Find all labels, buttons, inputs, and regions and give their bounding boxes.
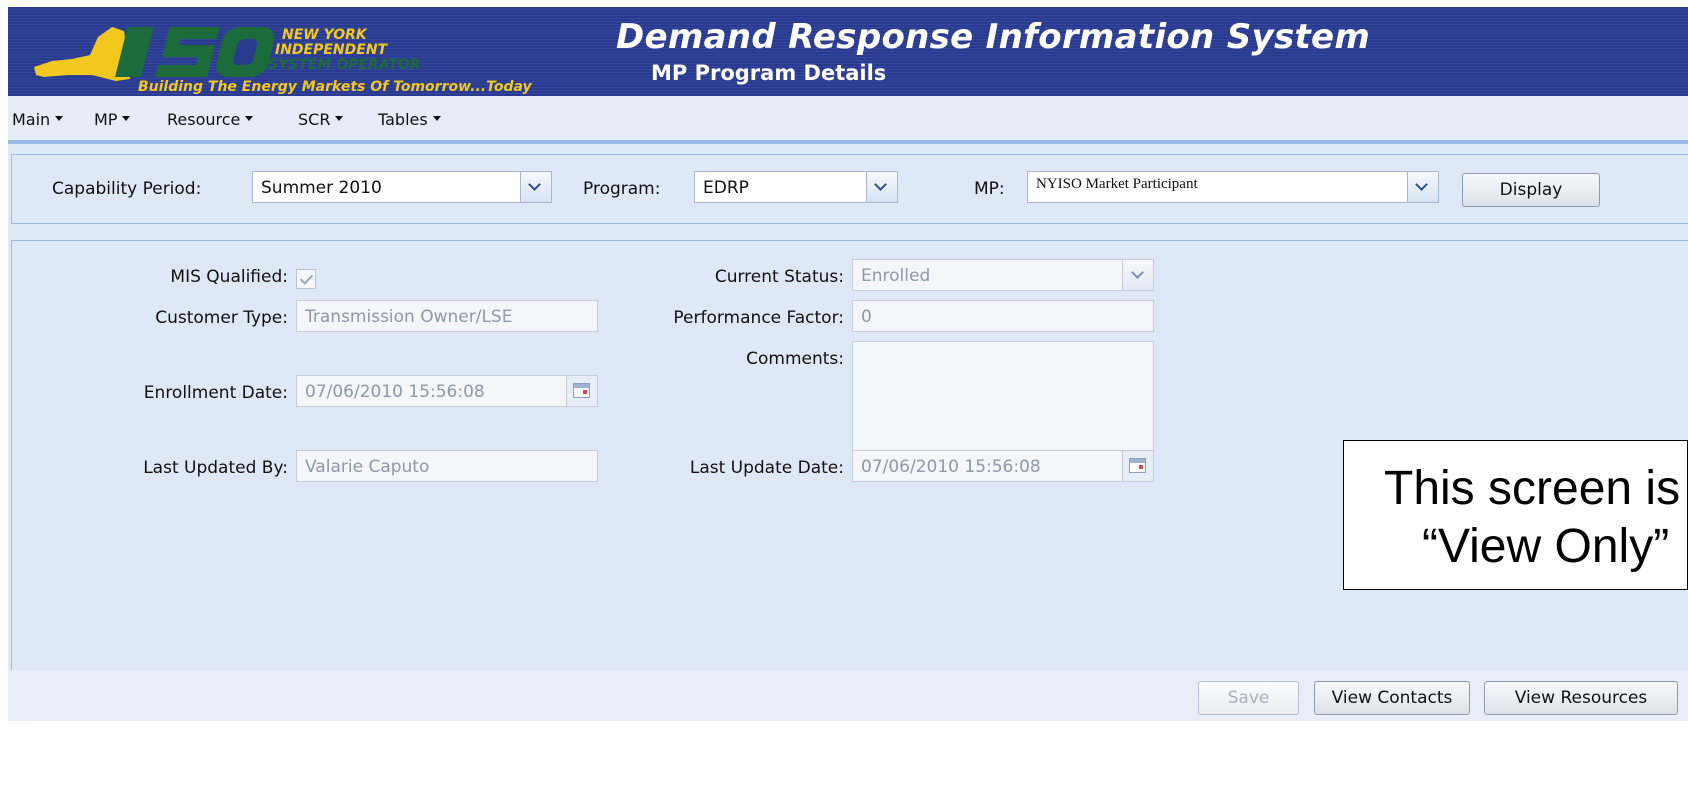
logo-line3: SYSTEM OPERATOR (268, 57, 420, 73)
menu-tables-label: Tables (378, 110, 428, 129)
save-button[interactable]: Save (1198, 681, 1299, 715)
chevron-down-icon[interactable] (866, 172, 897, 202)
mp-select[interactable]: NYISO Market Participant (1027, 171, 1439, 203)
caret-down-icon (55, 116, 64, 121)
logo-tagline: Building The Energy Markets Of Tomorrow.… (138, 79, 533, 95)
last-updated-by-field[interactable]: Valarie Caputo (296, 450, 598, 482)
menu-main-label: Main (12, 110, 51, 129)
view-only-callout: This screen is “View Only” (1343, 440, 1688, 590)
nyiso-logo: NEW YORK INDEPENDENT SYSTEM OPERATOR Bui… (34, 27, 533, 95)
enrollment-date-value: 07/06/2010 15:56:08 (305, 382, 485, 402)
app-title: Demand Response Information System (616, 17, 1371, 57)
customer-type-value: Transmission Owner/LSE (305, 307, 513, 327)
iso-letters (115, 27, 275, 77)
app-header: NEW YORK INDEPENDENT SYSTEM OPERATOR Bui… (8, 7, 1688, 96)
menu-scr[interactable]: SCR (298, 110, 344, 129)
program-value: EDRP (703, 178, 749, 198)
performance-factor-field[interactable]: 0 (852, 300, 1154, 332)
caret-down-icon (122, 116, 131, 121)
display-button[interactable]: Display (1462, 173, 1600, 207)
comments-label: Comments: (746, 349, 844, 369)
menu-resource-label: Resource (167, 110, 241, 129)
drs-app-window: NEW YORK INDEPENDENT SYSTEM OPERATOR Bui… (8, 7, 1688, 721)
chevron-down-icon[interactable] (520, 172, 551, 202)
enrollment-date-label: Enrollment Date: (143, 383, 288, 403)
comments-textarea[interactable] (852, 341, 1154, 451)
page-title: MP Program Details (651, 61, 887, 85)
caret-down-icon (432, 116, 441, 121)
menu-main[interactable]: Main (12, 110, 64, 129)
current-status-select[interactable]: Enrolled (852, 259, 1154, 291)
logo-line1: NEW YORK (282, 27, 368, 43)
capability-period-label: Capability Period: (52, 179, 202, 199)
performance-factor-label: Performance Factor: (673, 308, 844, 328)
footer-toolbar: Save View Contacts View Resources (8, 670, 1688, 721)
customer-type-label: Customer Type: (155, 308, 288, 328)
last-updated-by-label: Last Updated By: (143, 458, 288, 478)
program-label: Program: (583, 179, 661, 199)
capability-period-value: Summer 2010 (261, 178, 382, 198)
current-status-value: Enrolled (861, 266, 931, 286)
last-update-date-value: 07/06/2010 15:56:08 (861, 457, 1041, 477)
calendar-button[interactable] (566, 376, 597, 406)
callout-line2: “View Only” (1422, 520, 1670, 573)
calendar-icon (573, 383, 590, 398)
view-resources-button[interactable]: View Resources (1484, 681, 1678, 715)
chevron-down-icon[interactable] (1122, 260, 1153, 290)
mis-qualified-label: MIS Qualified: (170, 267, 288, 287)
menu-mp-label: MP (94, 110, 118, 129)
performance-factor-value: 0 (861, 307, 872, 327)
customer-type-field[interactable]: Transmission Owner/LSE (296, 300, 598, 332)
view-contacts-button[interactable]: View Contacts (1314, 681, 1470, 715)
program-select[interactable]: EDRP (694, 171, 898, 203)
last-update-date-label: Last Update Date: (689, 458, 844, 478)
menu-tables[interactable]: Tables (378, 110, 441, 129)
caret-down-icon (335, 116, 344, 121)
calendar-icon (1129, 458, 1146, 473)
enrollment-date-field[interactable]: 07/06/2010 15:56:08 (296, 375, 598, 407)
filter-panel: Capability Period: Summer 2010 Program: … (11, 154, 1688, 224)
menu-bar: Main MP Resource SCR Tables (8, 96, 1688, 144)
capability-period-select[interactable]: Summer 2010 (252, 171, 552, 203)
mis-qualified-checkbox[interactable] (296, 269, 316, 289)
current-status-label: Current Status: (714, 267, 844, 287)
callout-line1: This screen is (1384, 462, 1681, 515)
mp-label: MP: (974, 179, 1005, 199)
menu-mp[interactable]: MP (94, 110, 131, 129)
new-york-state-shape (34, 27, 130, 81)
menu-resource[interactable]: Resource (167, 110, 254, 129)
last-updated-by-value: Valarie Caputo (305, 457, 430, 477)
chevron-down-icon[interactable] (1407, 172, 1438, 202)
calendar-button[interactable] (1122, 451, 1153, 481)
mp-value: NYISO Market Participant (1036, 176, 1198, 192)
last-update-date-field[interactable]: 07/06/2010 15:56:08 (852, 450, 1154, 482)
menu-scr-label: SCR (298, 110, 331, 129)
logo-line2: INDEPENDENT (275, 42, 389, 58)
caret-down-icon (245, 116, 254, 121)
